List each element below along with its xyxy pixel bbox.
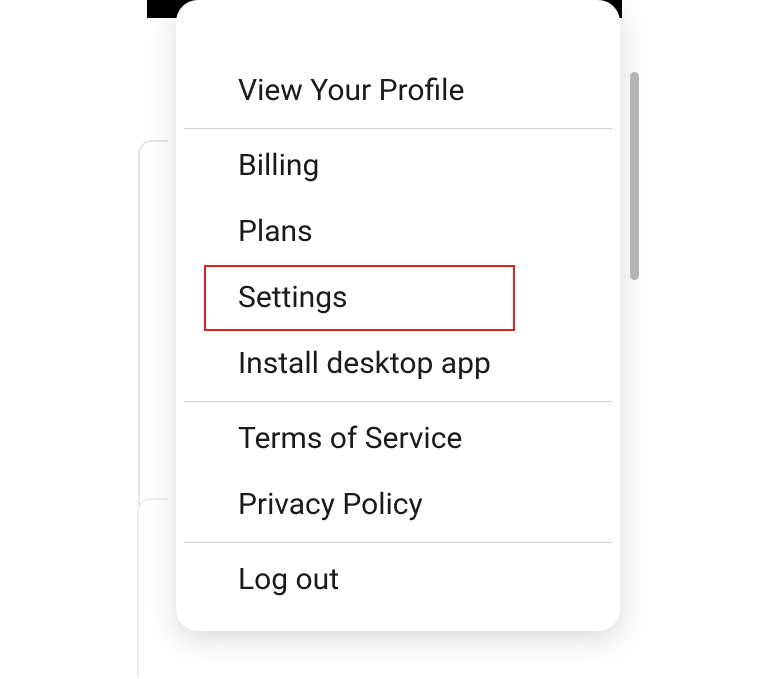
background-panel-edge-2: [137, 498, 167, 678]
menu-item-logout[interactable]: Log out: [176, 547, 620, 613]
scrollbar-thumb[interactable]: [630, 72, 639, 280]
menu-divider: [184, 128, 612, 129]
menu-item-view-profile[interactable]: View Your Profile: [176, 58, 620, 124]
menu-divider: [184, 542, 612, 543]
menu-section-logout: Log out: [176, 547, 620, 613]
profile-avatar-area: [234, 30, 519, 48]
menu-item-terms[interactable]: Terms of Service: [176, 406, 620, 472]
menu-section-profile: View Your Profile: [176, 58, 620, 124]
menu-item-billing[interactable]: Billing: [176, 133, 620, 199]
menu-item-install-desktop[interactable]: Install desktop app: [176, 331, 620, 397]
menu-item-settings[interactable]: Settings: [204, 265, 515, 331]
menu-divider: [184, 401, 612, 402]
menu-item-plans[interactable]: Plans: [176, 199, 620, 265]
menu-section-legal: Terms of Service Privacy Policy: [176, 406, 620, 538]
menu-item-privacy[interactable]: Privacy Policy: [176, 472, 620, 538]
menu-section-account: Billing Plans Settings Install desktop a…: [176, 133, 620, 397]
user-menu-dropdown: View Your Profile Billing Plans Settings…: [176, 0, 620, 631]
